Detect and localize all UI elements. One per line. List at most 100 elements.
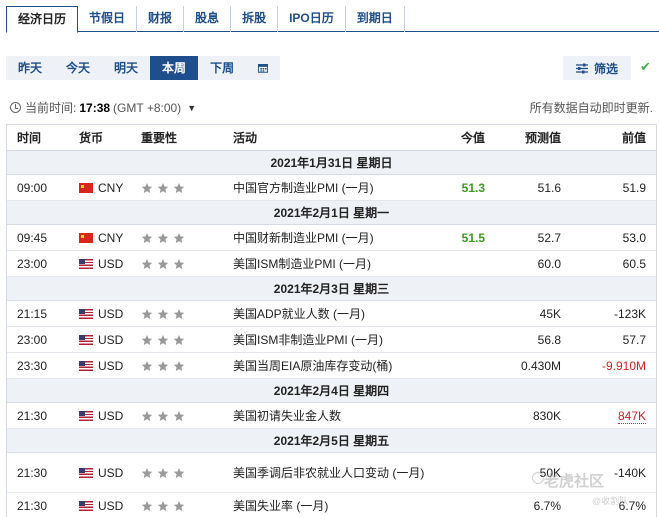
header-forecast: 预测值 <box>524 131 561 145</box>
header-previous: 前值 <box>621 131 646 145</box>
event-actual: 51.3 <box>461 180 485 195</box>
table-row[interactable]: 23:30 USD 美国当周EIA原油库存变动(桶) 0.430M -9.910… <box>7 353 656 379</box>
importance-stars <box>141 308 233 320</box>
table-row[interactable]: 23:00 USD 美国ISM非制造业PMI (一月) 56.8 57.7 <box>7 327 656 353</box>
importance-stars <box>141 232 233 244</box>
event-currency: USD <box>98 256 124 271</box>
us-flag-icon <box>79 308 93 319</box>
importance-stars <box>141 500 233 512</box>
table-header: 时间 货币 重要性 活动 今值 预测值 前值 <box>7 125 656 151</box>
event-activity[interactable]: 美国季调后非农就业人口变动 (一月) <box>233 465 433 481</box>
tab-next-week[interactable]: 下周 <box>198 56 246 80</box>
table-row[interactable]: 21:15 USD 美国ADP就业人数 (一月) 45K -123K <box>7 301 656 327</box>
us-flag-icon <box>79 258 93 269</box>
table-row[interactable]: 21:30 USD 美国初请失业金人数 830K 847K <box>7 403 656 429</box>
event-currency: USD <box>98 332 124 347</box>
star-icon <box>157 410 169 421</box>
star-icon <box>157 258 169 269</box>
event-forecast: 56.8 <box>537 332 561 347</box>
calendar-icon[interactable] <box>246 56 280 80</box>
current-time: 17:38 <box>79 100 111 115</box>
table-row[interactable]: 09:45 CNY 中国财新制造业PMI (一月) 51.5 52.7 53.0 <box>7 225 656 251</box>
autoupdate-note: 所有数据自动即时更新. <box>529 101 653 115</box>
day-filter-tabs: 昨天 今天 明天 本周 下周 <box>6 56 281 80</box>
event-previous: -140K <box>613 465 646 480</box>
filter-button[interactable]: 筛选 <box>563 56 631 80</box>
header-actual: 今值 <box>460 131 485 145</box>
event-forecast: 830K <box>532 408 561 423</box>
event-forecast: 60.0 <box>537 256 561 271</box>
tab-splits[interactable]: 拆股 <box>231 6 279 32</box>
event-activity[interactable]: 中国财新制造业PMI (一月) <box>233 230 433 246</box>
current-time-selector[interactable]: 当前时间: 17:38 (GMT +8:00) ▼ <box>10 99 196 116</box>
tab-dividends[interactable]: 股息 <box>184 6 232 32</box>
table-row[interactable]: 23:00 USD 美国ISM制造业PMI (一月) 60.0 60.5 <box>7 251 656 277</box>
star-icon <box>141 232 153 243</box>
event-previous[interactable]: 847K <box>617 408 646 424</box>
table-row[interactable]: 21:30 USD 美国失业率 (一月) 6.7% 6.7% <box>7 493 656 517</box>
event-forecast: 6.7% <box>533 499 561 513</box>
event-previous: -9.910M <box>601 358 646 373</box>
chevron-down-icon: ▼ <box>187 102 197 113</box>
tab-expirations[interactable]: 到期日 <box>346 6 405 32</box>
us-flag-icon <box>79 501 93 511</box>
star-icon <box>141 182 153 193</box>
economic-calendar-table: 时间 货币 重要性 活动 今值 预测值 前值 2021年1月31日 星期日 09… <box>6 124 657 517</box>
star-icon <box>141 410 153 421</box>
table-row[interactable]: 21:30 USD 美国季调后非农就业人口变动 (一月) 50K -140K <box>7 453 656 493</box>
tab-yesterday[interactable]: 昨天 <box>6 56 54 80</box>
event-forecast: 45K <box>539 306 561 321</box>
event-time: 23:00 <box>17 256 48 271</box>
star-icon <box>173 308 185 319</box>
event-currency: USD <box>98 408 124 423</box>
event-activity[interactable]: 美国ADP就业人数 (一月) <box>233 306 433 322</box>
date-group-header: 2021年1月31日 星期日 <box>7 151 656 175</box>
event-activity[interactable]: 美国初请失业金人数 <box>233 408 433 424</box>
star-icon <box>157 308 169 319</box>
importance-stars <box>141 410 233 422</box>
timezone: (GMT +8:00) <box>113 100 182 115</box>
event-activity[interactable]: 中国官方制造业PMI (一月) <box>233 180 433 196</box>
star-icon <box>157 467 169 478</box>
importance-stars <box>141 182 233 194</box>
event-currency: CNY <box>98 230 124 245</box>
star-icon <box>157 334 169 345</box>
header-importance: 重要性 <box>141 131 178 145</box>
tab-earnings[interactable]: 财报 <box>137 6 185 32</box>
event-previous: -123K <box>613 306 646 321</box>
star-icon <box>141 501 153 511</box>
star-icon <box>157 501 169 511</box>
tab-tomorrow[interactable]: 明天 <box>102 56 150 80</box>
tab-today[interactable]: 今天 <box>54 56 102 80</box>
event-activity[interactable]: 美国ISM非制造业PMI (一月) <box>233 332 433 348</box>
header-activity: 活动 <box>233 131 258 145</box>
event-previous: 57.7 <box>622 332 646 347</box>
checkmark-icon[interactable]: ✔ <box>640 59 654 75</box>
tab-ipo-calendar[interactable]: IPO日历 <box>278 6 346 32</box>
event-time: 23:30 <box>17 358 48 373</box>
filter-label: 筛选 <box>593 61 618 76</box>
date-group-header: 2021年2月1日 星期一 <box>7 201 656 225</box>
importance-stars <box>141 467 233 479</box>
tab-economic-calendar[interactable]: 经济日历 <box>6 6 79 33</box>
star-icon <box>157 360 169 371</box>
event-activity[interactable]: 美国失业率 (一月) <box>233 498 433 514</box>
event-currency: USD <box>98 465 124 480</box>
event-previous: 60.5 <box>622 256 646 271</box>
star-icon <box>157 232 169 243</box>
table-row[interactable]: 09:00 CNY 中国官方制造业PMI (一月) 51.3 51.6 51.9 <box>7 175 656 201</box>
tab-this-week[interactable]: 本周 <box>150 56 199 80</box>
event-activity[interactable]: 美国ISM制造业PMI (一月) <box>233 256 433 272</box>
event-forecast: 51.6 <box>537 180 561 195</box>
event-currency: USD <box>98 499 124 513</box>
star-icon <box>173 334 185 345</box>
tab-holidays[interactable]: 节假日 <box>78 6 138 32</box>
event-time: 21:30 <box>17 465 48 480</box>
star-icon <box>157 182 169 193</box>
header-time: 时间 <box>17 131 42 145</box>
star-icon <box>173 182 185 193</box>
event-activity[interactable]: 美国当周EIA原油库存变动(桶) <box>233 358 433 374</box>
china-flag-icon <box>79 232 93 243</box>
calendar-type-tabs: 经济日历 节假日 财报 股息 拆股 IPO日历 到期日 <box>6 6 659 33</box>
event-previous: 51.9 <box>622 180 646 195</box>
